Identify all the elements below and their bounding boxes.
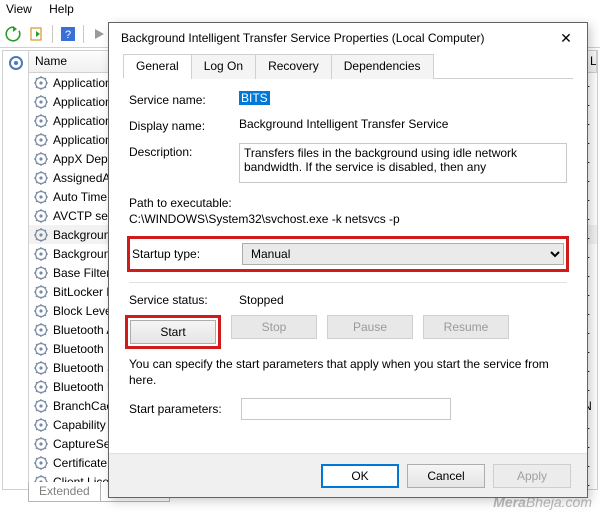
gear-icon — [33, 455, 49, 471]
gear-icon — [33, 113, 49, 129]
close-icon[interactable]: ✕ — [549, 26, 583, 50]
start-params-input[interactable] — [241, 398, 451, 420]
gear-icon — [33, 360, 49, 376]
gear-icon — [33, 246, 49, 262]
startup-type-select[interactable]: Manual — [242, 243, 564, 265]
tab-dependencies[interactable]: Dependencies — [331, 54, 434, 79]
help-icon[interactable]: ? — [57, 23, 79, 45]
label-service-status: Service status: — [129, 293, 239, 307]
gear-icon — [33, 341, 49, 357]
start-button[interactable]: Start — [130, 320, 216, 344]
tab-logon[interactable]: Log On — [191, 54, 256, 79]
highlight-startup-type: Startup type: Manual — [127, 236, 569, 272]
dialog-tabs: General Log On Recovery Dependencies — [123, 53, 573, 79]
value-display-name: Background Intelligent Transfer Service — [239, 117, 567, 131]
gear-icon — [33, 436, 49, 452]
tab-extended[interactable]: Extended — [28, 482, 101, 502]
gear-icon — [33, 303, 49, 319]
export-icon[interactable] — [26, 23, 48, 45]
resume-button: Resume — [423, 315, 509, 339]
dialog-title: Background Intelligent Transfer Service … — [121, 31, 549, 45]
label-service-name: Service name: — [129, 91, 239, 107]
gear-icon — [33, 379, 49, 395]
value-service-name: BITS — [239, 91, 270, 105]
label-start-params: Start parameters: — [129, 402, 241, 416]
services-tree-icon[interactable] — [3, 51, 29, 489]
service-control-buttons: Start Stop Pause Resume — [129, 315, 567, 349]
dialog-footer: OK Cancel Apply — [109, 453, 587, 497]
menubar: View Help — [0, 0, 600, 20]
gear-icon — [33, 189, 49, 205]
gear-icon — [33, 322, 49, 338]
gear-icon — [33, 398, 49, 414]
start-params-hint: You can specify the start parameters tha… — [129, 357, 567, 388]
play-icon[interactable] — [88, 23, 110, 45]
menu-help[interactable]: Help — [49, 2, 74, 16]
ok-button[interactable]: OK — [321, 464, 399, 488]
highlight-start-button: Start — [125, 315, 221, 349]
service-properties-dialog: Background Intelligent Transfer Service … — [108, 22, 588, 498]
value-service-status: Stopped — [239, 293, 284, 307]
refresh-icon[interactable] — [2, 23, 24, 45]
gear-icon — [33, 417, 49, 433]
gear-icon — [33, 227, 49, 243]
gear-icon — [33, 132, 49, 148]
dialog-titlebar: Background Intelligent Transfer Service … — [109, 23, 587, 53]
stop-button: Stop — [231, 315, 317, 339]
gear-icon — [33, 151, 49, 167]
label-display-name: Display name: — [129, 117, 239, 133]
value-description[interactable]: Transfers files in the background using … — [239, 143, 567, 183]
gear-icon — [33, 170, 49, 186]
label-startup-type: Startup type: — [132, 247, 242, 261]
general-pane: Service name: BITS Display name: Backgro… — [123, 79, 573, 420]
tab-recovery[interactable]: Recovery — [255, 54, 332, 79]
pause-button: Pause — [327, 315, 413, 339]
cancel-button[interactable]: Cancel — [407, 464, 485, 488]
label-description: Description: — [129, 143, 239, 159]
gear-icon — [33, 265, 49, 281]
apply-button: Apply — [493, 464, 571, 488]
svg-text:?: ? — [65, 29, 71, 41]
value-path: C:\WINDOWS\System32\svchost.exe -k netsv… — [129, 212, 567, 226]
label-path: Path to executable: — [129, 196, 567, 210]
gear-icon — [33, 94, 49, 110]
gear-icon — [33, 208, 49, 224]
menu-view[interactable]: View — [6, 2, 32, 16]
gear-icon — [33, 75, 49, 91]
tab-general[interactable]: General — [123, 54, 192, 79]
gear-icon — [33, 284, 49, 300]
